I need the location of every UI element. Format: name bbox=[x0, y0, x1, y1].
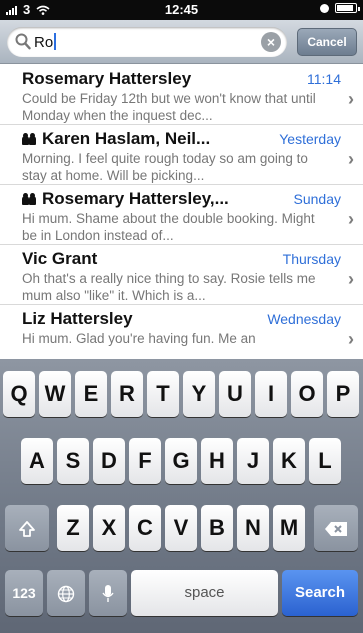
key-t[interactable]: T bbox=[147, 371, 179, 417]
message-preview: Could be Friday 12th but we won't know t… bbox=[22, 91, 316, 123]
microphone-icon bbox=[102, 585, 114, 603]
globe-key[interactable] bbox=[47, 570, 85, 616]
key-o[interactable]: O bbox=[291, 371, 323, 417]
message-row[interactable]: Vic Grant Thursday Oh that's a really ni… bbox=[0, 245, 363, 305]
message-date: 11:14 bbox=[307, 71, 341, 87]
message-date: Wednesday bbox=[267, 311, 341, 327]
message-preview: Oh that's a really nice thing to say. Ro… bbox=[22, 271, 316, 303]
shift-key[interactable] bbox=[5, 505, 49, 551]
chevron-right-icon: › bbox=[348, 89, 354, 109]
backspace-key[interactable] bbox=[314, 505, 358, 551]
key-i[interactable]: I bbox=[255, 371, 287, 417]
message-preview: Morning. I feel quite rough today so am … bbox=[22, 151, 308, 183]
search-icon bbox=[15, 33, 31, 50]
cancel-button[interactable]: Cancel bbox=[297, 28, 357, 56]
message-row[interactable]: Rosemary Hattersley,... Sunday Hi mum. S… bbox=[0, 185, 363, 245]
message-row[interactable]: Rosemary Hattersley 11:14 Could be Frida… bbox=[0, 65, 363, 125]
sender-name: Karen Haslam, Neil... bbox=[22, 129, 242, 149]
key-p[interactable]: P bbox=[327, 371, 359, 417]
message-date: Sunday bbox=[293, 191, 341, 207]
message-preview: Hi mum. Shame about the double booking. … bbox=[22, 211, 315, 243]
message-row[interactable]: Liz Hattersley Wednesday Hi mum. Glad yo… bbox=[0, 305, 363, 359]
group-icon bbox=[22, 193, 38, 205]
chevron-right-icon: › bbox=[348, 329, 354, 349]
sender-name: Rosemary Hattersley,... bbox=[22, 189, 242, 209]
key-e[interactable]: E bbox=[75, 371, 107, 417]
chevron-right-icon: › bbox=[348, 149, 354, 169]
search-key[interactable]: Search bbox=[282, 570, 358, 616]
search-query: Ro bbox=[34, 33, 57, 51]
key-g[interactable]: G bbox=[165, 438, 197, 484]
globe-icon bbox=[57, 586, 75, 603]
key-a[interactable]: A bbox=[21, 438, 53, 484]
key-b[interactable]: B bbox=[201, 505, 233, 551]
key-m[interactable]: M bbox=[273, 505, 305, 551]
key-x[interactable]: X bbox=[93, 505, 125, 551]
sender-name: Rosemary Hattersley bbox=[22, 69, 192, 88]
status-bar: 3 12:45 bbox=[0, 0, 363, 20]
sender-name: Vic Grant bbox=[22, 249, 98, 268]
chevron-right-icon: › bbox=[348, 209, 354, 229]
key-d[interactable]: D bbox=[93, 438, 125, 484]
shift-icon bbox=[19, 521, 35, 538]
message-date: Yesterday bbox=[279, 131, 341, 147]
dictation-key[interactable] bbox=[89, 570, 127, 616]
key-h[interactable]: H bbox=[201, 438, 233, 484]
key-n[interactable]: N bbox=[237, 505, 269, 551]
key-k[interactable]: K bbox=[273, 438, 305, 484]
search-bar: Ro × Cancel bbox=[0, 20, 363, 64]
key-s[interactable]: S bbox=[57, 438, 89, 484]
message-date: Thursday bbox=[282, 251, 341, 267]
chevron-right-icon: › bbox=[348, 269, 354, 289]
key-y[interactable]: Y bbox=[183, 371, 215, 417]
key-f[interactable]: F bbox=[129, 438, 161, 484]
key-r[interactable]: R bbox=[111, 371, 143, 417]
status-time: 12:45 bbox=[164, 2, 199, 17]
backspace-icon bbox=[325, 522, 347, 537]
status-right bbox=[320, 3, 360, 13]
text-caret bbox=[54, 33, 57, 50]
key-q[interactable]: Q bbox=[3, 371, 35, 417]
sender-name: Liz Hattersley bbox=[22, 309, 133, 328]
key-w[interactable]: W bbox=[39, 371, 71, 417]
rotation-lock-icon bbox=[320, 3, 329, 13]
space-key[interactable]: space bbox=[131, 570, 278, 616]
battery-icon bbox=[335, 3, 360, 13]
message-preview: Hi mum. Glad you're having fun. Me an bbox=[22, 331, 256, 346]
key-j[interactable]: J bbox=[237, 438, 269, 484]
key-v[interactable]: V bbox=[165, 505, 197, 551]
search-input[interactable]: Ro × bbox=[7, 27, 287, 57]
group-icon bbox=[22, 133, 38, 145]
search-results-list: Rosemary Hattersley 11:14 Could be Frida… bbox=[0, 65, 363, 359]
key-l[interactable]: L bbox=[309, 438, 341, 484]
numbers-key[interactable]: 123 bbox=[5, 570, 43, 616]
key-u[interactable]: U bbox=[219, 371, 251, 417]
message-row[interactable]: Karen Haslam, Neil... Yesterday Morning.… bbox=[0, 125, 363, 185]
keyboard: 123 space Search QWERTYUIOP ASDFGHJKL ZXCV… bbox=[0, 359, 363, 633]
clear-search-button[interactable]: × bbox=[261, 32, 281, 52]
key-c[interactable]: C bbox=[129, 505, 161, 551]
key-z[interactable]: Z bbox=[57, 505, 89, 551]
